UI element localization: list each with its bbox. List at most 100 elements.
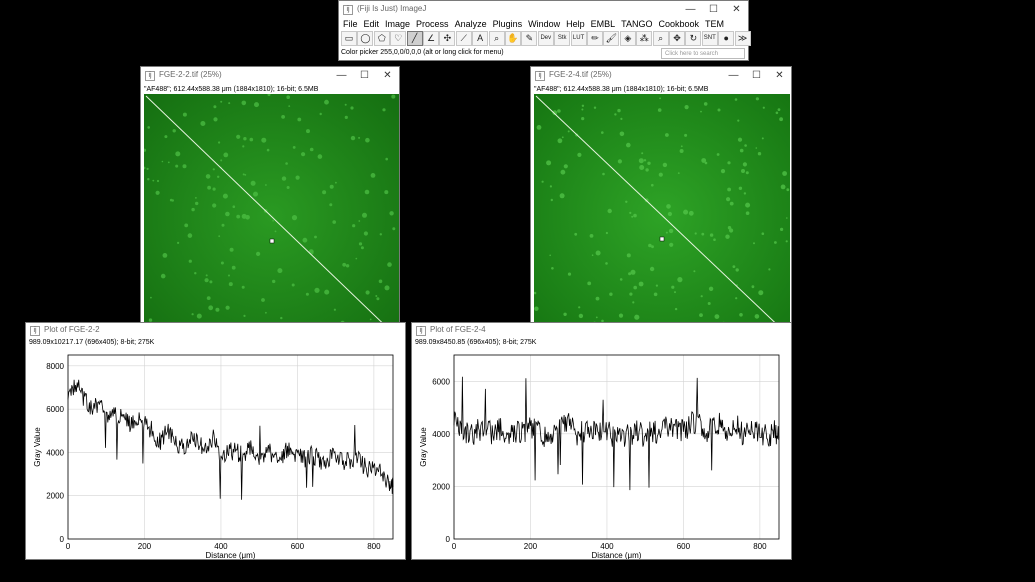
menu-plugins[interactable]: Plugins bbox=[493, 19, 523, 29]
record-tool[interactable]: ● bbox=[718, 31, 735, 46]
cell-spot bbox=[150, 296, 152, 299]
menu-tango[interactable]: TANGO bbox=[621, 19, 652, 29]
cell-spot bbox=[632, 301, 635, 304]
cell-spot bbox=[286, 186, 290, 189]
close-button[interactable]: ✕ bbox=[725, 1, 748, 19]
cell-spot bbox=[319, 112, 322, 116]
cell-spot bbox=[194, 272, 197, 275]
magnifier-tool[interactable]: ⌕ bbox=[488, 31, 505, 46]
cell-spot bbox=[708, 286, 714, 291]
menu-file[interactable]: File bbox=[343, 19, 358, 29]
search-input[interactable]: Click here to search bbox=[661, 48, 745, 59]
spray-tool[interactable]: ⁂ bbox=[636, 31, 653, 46]
angle-tool[interactable]: ∠ bbox=[423, 31, 439, 46]
brush-tool[interactable]: 🖌 bbox=[603, 31, 620, 46]
plot-window-1-titlebar[interactable]: ij Plot of FGE-2-2 bbox=[26, 323, 405, 338]
image-info: "AF488"; 612.44x588.38 μm (1884x1810); 1… bbox=[144, 86, 319, 93]
plot-window-2-titlebar[interactable]: ij Plot of FGE-2-4 bbox=[412, 323, 791, 338]
cell-spot bbox=[744, 144, 747, 147]
cell-spot bbox=[779, 117, 783, 122]
cell-spot bbox=[221, 223, 225, 227]
cell-spot bbox=[536, 125, 542, 130]
cell-spot bbox=[551, 267, 554, 270]
close-button[interactable]: ✕ bbox=[376, 67, 399, 85]
lut-tool[interactable]: LUT bbox=[570, 31, 587, 46]
menu-image[interactable]: Image bbox=[385, 19, 410, 29]
zoom-search-tool[interactable]: ⌕ bbox=[652, 31, 669, 46]
micrograph-2 bbox=[534, 94, 790, 337]
cell-spot bbox=[205, 274, 208, 277]
cell-spot bbox=[314, 287, 320, 293]
image-canvas-1[interactable] bbox=[144, 94, 399, 339]
oval-tool[interactable]: ◯ bbox=[357, 31, 374, 46]
imagej-titlebar[interactable]: ij (Fiji Is Just) ImageJ — ☐ ✕ bbox=[339, 1, 748, 19]
cell-spot bbox=[643, 159, 647, 162]
cell-spot bbox=[574, 232, 578, 236]
profile-plot-1[interactable]: 0 200 400 600 80002000400060008000Distance (… bbox=[26, 347, 405, 559]
cell-spot bbox=[358, 242, 363, 246]
dev-tool[interactable]: Dev bbox=[537, 31, 554, 46]
menu-help[interactable]: Help bbox=[566, 19, 585, 29]
cell-spot bbox=[762, 106, 765, 109]
menu-edit[interactable]: Edit bbox=[364, 19, 380, 29]
snt-tool[interactable]: SNT bbox=[701, 31, 718, 46]
cell-spot bbox=[741, 169, 745, 173]
menu-embl[interactable]: EMBL bbox=[591, 19, 616, 29]
maximize-button[interactable]: ☐ bbox=[353, 67, 376, 85]
cell-spot bbox=[175, 164, 179, 168]
maximize-button[interactable]: ☐ bbox=[702, 1, 725, 19]
rotate-tool[interactable]: ↻ bbox=[685, 31, 702, 46]
profile-plot-2[interactable]: 0 200 400 600 800 0 2000 4000 6000 Distance (μm) G… bbox=[412, 347, 791, 559]
point-tool[interactable]: ✣ bbox=[439, 31, 456, 46]
stk-tool[interactable]: Stk bbox=[554, 31, 571, 46]
cell-spot bbox=[713, 238, 716, 241]
hand-tool[interactable]: ✋ bbox=[505, 31, 521, 46]
polygon-tool[interactable]: ⬠ bbox=[373, 31, 390, 46]
cell-spot bbox=[232, 205, 236, 208]
text-tool[interactable]: A bbox=[472, 31, 489, 46]
line-selection-handle[interactable] bbox=[659, 236, 665, 242]
line-selection-handle[interactable] bbox=[269, 238, 275, 244]
cell-spot bbox=[167, 161, 170, 164]
line-tool[interactable]: ╱ bbox=[406, 31, 423, 46]
rectangle-tool[interactable]: ▭ bbox=[341, 31, 357, 46]
cell-spot bbox=[761, 137, 764, 140]
minimize-button[interactable]: — bbox=[679, 1, 702, 19]
maximize-button[interactable]: ☐ bbox=[745, 67, 768, 85]
color-picker-tool[interactable]: ✎ bbox=[521, 31, 538, 46]
move-tool[interactable]: ✥ bbox=[669, 31, 685, 46]
imagej-title: (Fiji Is Just) ImageJ bbox=[357, 4, 427, 13]
y-tick-label: 6000 bbox=[432, 377, 450, 386]
menu-analyze[interactable]: Analyze bbox=[455, 19, 487, 29]
more-tools[interactable]: ≫ bbox=[734, 31, 751, 46]
image-canvas-2[interactable] bbox=[534, 94, 790, 337]
menu-cookbook[interactable]: Cookbook bbox=[659, 19, 700, 29]
close-button[interactable]: ✕ bbox=[768, 67, 791, 85]
x-tick-label: 400 bbox=[600, 542, 614, 551]
flood-fill-tool[interactable]: ◈ bbox=[619, 31, 636, 46]
freehand-tool[interactable]: ♡ bbox=[390, 31, 407, 46]
menu-process[interactable]: Process bbox=[416, 19, 449, 29]
cell-spot bbox=[249, 137, 254, 142]
cell-spot bbox=[156, 179, 160, 183]
image-window-1-titlebar[interactable]: ij FGE-2-2.tif (25%) — ☐ ✕ bbox=[141, 67, 399, 85]
cell-spot bbox=[725, 234, 730, 239]
image-window-2-titlebar[interactable]: ij FGE-2-4.tif (25%) — ☐ ✕ bbox=[531, 67, 791, 85]
imagej-app-icon: ij bbox=[343, 5, 353, 15]
cell-spot bbox=[295, 175, 300, 180]
menu-tem[interactable]: TEM bbox=[705, 19, 724, 29]
cell-spot bbox=[601, 131, 604, 134]
minimize-button[interactable]: — bbox=[722, 67, 745, 85]
minimize-button[interactable]: — bbox=[330, 67, 353, 85]
cell-spot bbox=[160, 273, 166, 279]
cell-spot bbox=[648, 243, 652, 248]
cell-spot bbox=[147, 126, 150, 129]
cell-spot bbox=[667, 211, 672, 217]
cell-spot bbox=[274, 230, 277, 233]
pencil-tool[interactable]: ✏ bbox=[587, 31, 603, 46]
wand-tool[interactable]: ⟋ bbox=[455, 31, 472, 46]
cell-spot bbox=[291, 215, 298, 221]
menu-window[interactable]: Window bbox=[528, 19, 560, 29]
cell-spot bbox=[703, 102, 708, 106]
cell-spot bbox=[344, 115, 348, 119]
